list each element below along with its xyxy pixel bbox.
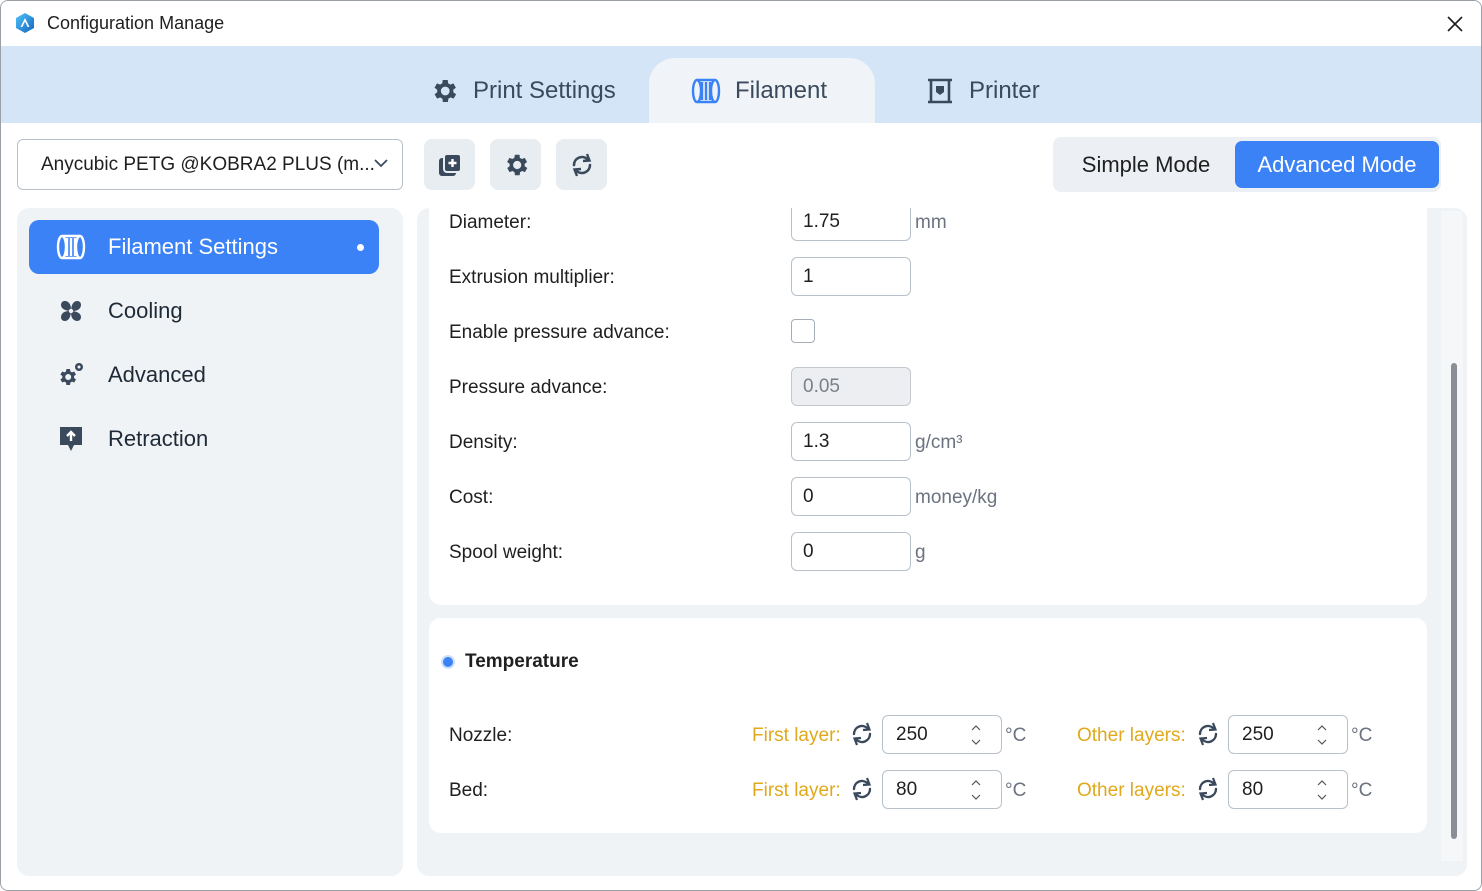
vertical-scrollbar[interactable]: [1451, 363, 1457, 839]
bed-first-layer-label: First layer:: [752, 780, 841, 801]
app-logo-icon: [16, 13, 34, 33]
reset-preset-button[interactable]: [556, 139, 607, 190]
chevron-down-icon[interactable]: [969, 790, 983, 804]
sidebar-item-advanced[interactable]: Advanced: [29, 348, 379, 402]
copy-preset-button[interactable]: [424, 139, 475, 190]
stepper-value: 80: [896, 779, 918, 800]
chevron-down-icon[interactable]: [969, 735, 983, 749]
tab-printer[interactable]: Printer: [925, 58, 1040, 123]
sidebar-item-label: Filament Settings: [108, 234, 278, 259]
temperature-unit: °C: [1005, 780, 1027, 801]
preset-dropdown[interactable]: Anycubic PETG @KOBRA2 PLUS (m...: [17, 139, 403, 190]
reset-icon[interactable]: [1194, 720, 1222, 748]
advanced-mode-button[interactable]: Advanced Mode: [1235, 141, 1439, 188]
chevron-down-icon[interactable]: [1315, 735, 1329, 749]
stepper-value: 250: [1242, 724, 1274, 745]
modified-indicator: [357, 244, 364, 251]
advanced-gears-icon: [56, 360, 86, 390]
bed-other-layers-label: Other layers:: [1077, 780, 1186, 801]
filament-spool-icon: [56, 232, 86, 262]
pressure-advance-input: [791, 367, 911, 406]
stepper-value: 80: [1242, 779, 1264, 800]
nozzle-other-layers-stepper[interactable]: 250: [1228, 715, 1348, 754]
nozzle-first-layer-label: First layer:: [752, 725, 841, 746]
sidebar-item-label: Advanced: [108, 362, 206, 387]
tab-label: Printer: [969, 76, 1040, 104]
sidebar-item-label: Cooling: [108, 298, 183, 323]
stepper-value: 250: [896, 724, 928, 745]
reset-icon[interactable]: [848, 775, 876, 803]
window-title: Configuration Manage: [47, 13, 225, 33]
configuration-window: Configuration Manage Print Settings Fila…: [0, 0, 1482, 891]
chevron-up-icon[interactable]: [1315, 775, 1329, 789]
tab-strip: Print Settings Filament Printer: [1, 46, 1481, 123]
simple-mode-button[interactable]: Simple Mode: [1057, 141, 1235, 188]
fan-icon: [56, 296, 86, 326]
density-input[interactable]: [791, 422, 911, 461]
tab-print-settings[interactable]: Print Settings: [429, 58, 616, 123]
section-indicator-icon: [441, 655, 455, 669]
sidebar-item-label: Retraction: [108, 426, 209, 451]
bed-other-layers-stepper[interactable]: 80: [1228, 770, 1348, 809]
spool-weight-input[interactable]: [791, 532, 911, 571]
spool-weight-label: Spool weight:: [449, 542, 564, 563]
tab-filament[interactable]: Filament: [649, 58, 876, 123]
temperature-unit: °C: [1005, 725, 1027, 746]
pressure-advance-checkbox[interactable]: [791, 319, 815, 343]
tab-label: Print Settings: [473, 76, 616, 104]
chevron-up-icon[interactable]: [969, 720, 983, 734]
temperature-title: Temperature: [465, 651, 579, 672]
reset-icon[interactable]: [848, 720, 876, 748]
diameter-unit: mm: [915, 212, 947, 233]
extrusion-multiplier-label: Extrusion multiplier:: [449, 267, 615, 288]
chevron-down-icon: [374, 159, 388, 168]
filament-card: Diameter: mm Extrusion multiplier: Enabl…: [429, 208, 1427, 605]
nozzle-other-layers-label: Other layers:: [1077, 725, 1186, 746]
cost-unit: money/kg: [915, 487, 998, 508]
pressure-advance-enable-label: Enable pressure advance:: [449, 322, 670, 343]
nozzle-label: Nozzle:: [449, 725, 513, 746]
filament-spool-icon: [691, 78, 721, 103]
tab-label: Filament: [735, 76, 828, 104]
chevron-up-icon[interactable]: [1315, 720, 1329, 734]
spool-weight-unit: g: [915, 542, 926, 563]
temperature-unit: °C: [1351, 725, 1373, 746]
close-icon: [1447, 15, 1463, 32]
pressure-advance-label: Pressure advance:: [449, 377, 608, 398]
density-label: Density:: [449, 432, 518, 453]
gear-icon: [434, 79, 457, 102]
printer-icon: [928, 78, 952, 103]
extrusion-multiplier-input[interactable]: [791, 257, 911, 296]
temperature-unit: °C: [1351, 780, 1373, 801]
preset-settings-button[interactable]: [490, 139, 541, 190]
title-bar: Configuration Manage: [1, 1, 1481, 46]
nozzle-first-layer-stepper[interactable]: 250: [882, 715, 1002, 754]
sidebar-item-cooling[interactable]: Cooling: [29, 284, 379, 338]
cost-input[interactable]: [791, 477, 911, 516]
preset-value: Anycubic PETG @KOBRA2 PLUS (m...: [41, 153, 375, 175]
gear-icon: [506, 154, 527, 175]
close-button[interactable]: [1429, 1, 1481, 46]
temperature-card: Temperature Nozzle: First layer: 250 °C …: [429, 618, 1427, 833]
mode-switch: Simple Mode Advanced Mode: [1053, 137, 1441, 192]
diameter-label: Diameter:: [449, 212, 532, 233]
reset-icon[interactable]: [1194, 775, 1222, 803]
sidebar-item-retraction[interactable]: Retraction: [29, 412, 379, 466]
chevron-up-icon[interactable]: [969, 775, 983, 789]
density-unit: g/cm³: [915, 432, 963, 453]
bed-first-layer-stepper[interactable]: 80: [882, 770, 1002, 809]
refresh-icon: [572, 153, 591, 176]
cost-label: Cost:: [449, 487, 494, 508]
bed-label: Bed:: [449, 780, 489, 801]
retraction-icon: [56, 424, 86, 454]
copy-add-icon: [438, 152, 462, 176]
main-area: Anycubic PETG @KOBRA2 PLUS (m... Simple …: [1, 123, 1481, 890]
settings-content: Diameter: mm Extrusion multiplier: Enabl…: [417, 208, 1467, 876]
diameter-input[interactable]: [791, 208, 911, 241]
chevron-down-icon[interactable]: [1315, 790, 1329, 804]
sidebar-item-filament-settings[interactable]: Filament Settings: [29, 220, 379, 274]
settings-sidebar: Filament Settings Cooling Advanced Retra…: [17, 208, 403, 876]
